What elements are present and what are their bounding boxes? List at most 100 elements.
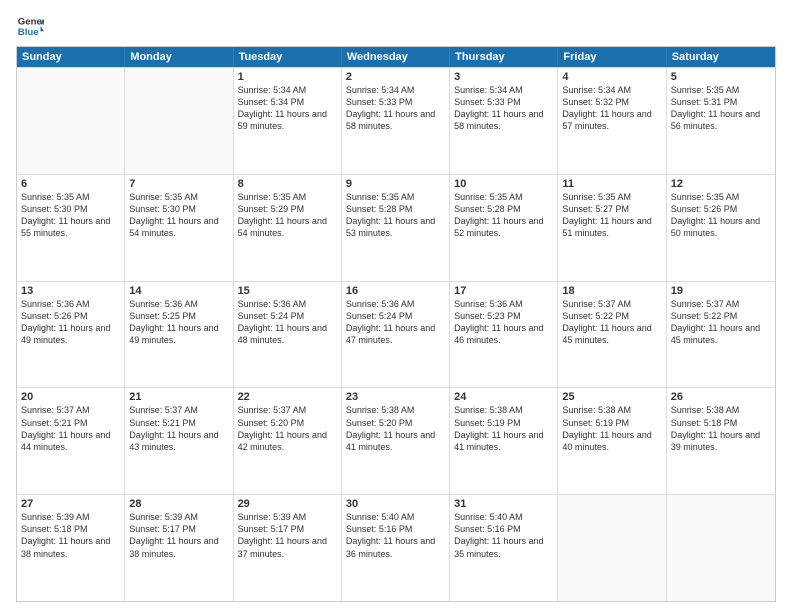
empty-cell	[667, 495, 775, 601]
day-number: 29	[238, 498, 337, 510]
day-cell-25: 25Sunrise: 5:38 AM Sunset: 5:19 PM Dayli…	[558, 388, 666, 494]
day-cell-24: 24Sunrise: 5:38 AM Sunset: 5:19 PM Dayli…	[450, 388, 558, 494]
day-number: 1	[238, 71, 337, 83]
day-number: 24	[454, 391, 553, 403]
day-cell-28: 28Sunrise: 5:39 AM Sunset: 5:17 PM Dayli…	[125, 495, 233, 601]
calendar-body: 1Sunrise: 5:34 AM Sunset: 5:34 PM Daylig…	[17, 67, 775, 601]
day-cell-5: 5Sunrise: 5:35 AM Sunset: 5:31 PM Daylig…	[667, 68, 775, 174]
day-number: 17	[454, 285, 553, 297]
calendar-row-2: 6Sunrise: 5:35 AM Sunset: 5:30 PM Daylig…	[17, 174, 775, 281]
day-info: Sunrise: 5:35 AM Sunset: 5:28 PM Dayligh…	[346, 191, 445, 240]
day-number: 27	[21, 498, 120, 510]
header-cell-friday: Friday	[558, 47, 666, 67]
logo: General Blue	[16, 12, 48, 40]
day-number: 26	[671, 391, 771, 403]
day-number: 30	[346, 498, 445, 510]
day-cell-1: 1Sunrise: 5:34 AM Sunset: 5:34 PM Daylig…	[234, 68, 342, 174]
day-cell-10: 10Sunrise: 5:35 AM Sunset: 5:28 PM Dayli…	[450, 175, 558, 281]
empty-cell	[558, 495, 666, 601]
day-info: Sunrise: 5:38 AM Sunset: 5:19 PM Dayligh…	[454, 404, 553, 453]
header-cell-saturday: Saturday	[667, 47, 775, 67]
day-cell-30: 30Sunrise: 5:40 AM Sunset: 5:16 PM Dayli…	[342, 495, 450, 601]
day-info: Sunrise: 5:37 AM Sunset: 5:22 PM Dayligh…	[671, 298, 771, 347]
day-cell-2: 2Sunrise: 5:34 AM Sunset: 5:33 PM Daylig…	[342, 68, 450, 174]
day-cell-22: 22Sunrise: 5:37 AM Sunset: 5:20 PM Dayli…	[234, 388, 342, 494]
day-cell-13: 13Sunrise: 5:36 AM Sunset: 5:26 PM Dayli…	[17, 282, 125, 388]
day-info: Sunrise: 5:37 AM Sunset: 5:21 PM Dayligh…	[21, 404, 120, 453]
day-number: 19	[671, 285, 771, 297]
day-number: 11	[562, 178, 661, 190]
logo-icon: General Blue	[16, 12, 44, 40]
day-cell-16: 16Sunrise: 5:36 AM Sunset: 5:24 PM Dayli…	[342, 282, 450, 388]
day-info: Sunrise: 5:39 AM Sunset: 5:17 PM Dayligh…	[238, 511, 337, 560]
day-number: 5	[671, 71, 771, 83]
day-number: 18	[562, 285, 661, 297]
day-info: Sunrise: 5:39 AM Sunset: 5:17 PM Dayligh…	[129, 511, 228, 560]
header-cell-wednesday: Wednesday	[342, 47, 450, 67]
day-number: 20	[21, 391, 120, 403]
day-number: 7	[129, 178, 228, 190]
day-cell-29: 29Sunrise: 5:39 AM Sunset: 5:17 PM Dayli…	[234, 495, 342, 601]
day-info: Sunrise: 5:34 AM Sunset: 5:34 PM Dayligh…	[238, 84, 337, 133]
day-info: Sunrise: 5:36 AM Sunset: 5:25 PM Dayligh…	[129, 298, 228, 347]
day-info: Sunrise: 5:36 AM Sunset: 5:23 PM Dayligh…	[454, 298, 553, 347]
day-info: Sunrise: 5:35 AM Sunset: 5:27 PM Dayligh…	[562, 191, 661, 240]
day-number: 4	[562, 71, 661, 83]
day-cell-14: 14Sunrise: 5:36 AM Sunset: 5:25 PM Dayli…	[125, 282, 233, 388]
empty-cell	[17, 68, 125, 174]
day-info: Sunrise: 5:36 AM Sunset: 5:26 PM Dayligh…	[21, 298, 120, 347]
day-cell-8: 8Sunrise: 5:35 AM Sunset: 5:29 PM Daylig…	[234, 175, 342, 281]
svg-text:Blue: Blue	[18, 27, 39, 38]
day-info: Sunrise: 5:36 AM Sunset: 5:24 PM Dayligh…	[238, 298, 337, 347]
day-cell-18: 18Sunrise: 5:37 AM Sunset: 5:22 PM Dayli…	[558, 282, 666, 388]
day-cell-27: 27Sunrise: 5:39 AM Sunset: 5:18 PM Dayli…	[17, 495, 125, 601]
day-number: 9	[346, 178, 445, 190]
day-cell-12: 12Sunrise: 5:35 AM Sunset: 5:26 PM Dayli…	[667, 175, 775, 281]
day-number: 23	[346, 391, 445, 403]
day-cell-3: 3Sunrise: 5:34 AM Sunset: 5:33 PM Daylig…	[450, 68, 558, 174]
day-info: Sunrise: 5:34 AM Sunset: 5:33 PM Dayligh…	[454, 84, 553, 133]
day-number: 6	[21, 178, 120, 190]
day-number: 16	[346, 285, 445, 297]
page: General Blue SundayMondayTuesdayWednesda…	[0, 0, 792, 612]
header-cell-thursday: Thursday	[450, 47, 558, 67]
day-cell-7: 7Sunrise: 5:35 AM Sunset: 5:30 PM Daylig…	[125, 175, 233, 281]
day-info: Sunrise: 5:35 AM Sunset: 5:28 PM Dayligh…	[454, 191, 553, 240]
calendar-row-1: 1Sunrise: 5:34 AM Sunset: 5:34 PM Daylig…	[17, 67, 775, 174]
svg-text:General: General	[18, 16, 44, 27]
day-info: Sunrise: 5:40 AM Sunset: 5:16 PM Dayligh…	[346, 511, 445, 560]
calendar: SundayMondayTuesdayWednesdayThursdayFrid…	[16, 46, 776, 602]
day-number: 12	[671, 178, 771, 190]
day-cell-26: 26Sunrise: 5:38 AM Sunset: 5:18 PM Dayli…	[667, 388, 775, 494]
day-number: 15	[238, 285, 337, 297]
day-info: Sunrise: 5:40 AM Sunset: 5:16 PM Dayligh…	[454, 511, 553, 560]
day-cell-4: 4Sunrise: 5:34 AM Sunset: 5:32 PM Daylig…	[558, 68, 666, 174]
day-cell-17: 17Sunrise: 5:36 AM Sunset: 5:23 PM Dayli…	[450, 282, 558, 388]
day-cell-23: 23Sunrise: 5:38 AM Sunset: 5:20 PM Dayli…	[342, 388, 450, 494]
day-number: 10	[454, 178, 553, 190]
day-number: 22	[238, 391, 337, 403]
day-number: 8	[238, 178, 337, 190]
day-info: Sunrise: 5:35 AM Sunset: 5:26 PM Dayligh…	[671, 191, 771, 240]
header-cell-tuesday: Tuesday	[234, 47, 342, 67]
day-number: 2	[346, 71, 445, 83]
day-info: Sunrise: 5:37 AM Sunset: 5:21 PM Dayligh…	[129, 404, 228, 453]
day-info: Sunrise: 5:38 AM Sunset: 5:18 PM Dayligh…	[671, 404, 771, 453]
day-cell-21: 21Sunrise: 5:37 AM Sunset: 5:21 PM Dayli…	[125, 388, 233, 494]
day-number: 25	[562, 391, 661, 403]
day-number: 28	[129, 498, 228, 510]
calendar-row-5: 27Sunrise: 5:39 AM Sunset: 5:18 PM Dayli…	[17, 494, 775, 601]
calendar-header: SundayMondayTuesdayWednesdayThursdayFrid…	[17, 47, 775, 67]
day-number: 31	[454, 498, 553, 510]
header: General Blue	[16, 12, 776, 40]
day-info: Sunrise: 5:39 AM Sunset: 5:18 PM Dayligh…	[21, 511, 120, 560]
calendar-row-3: 13Sunrise: 5:36 AM Sunset: 5:26 PM Dayli…	[17, 281, 775, 388]
day-info: Sunrise: 5:37 AM Sunset: 5:20 PM Dayligh…	[238, 404, 337, 453]
day-number: 14	[129, 285, 228, 297]
day-number: 13	[21, 285, 120, 297]
empty-cell	[125, 68, 233, 174]
day-info: Sunrise: 5:35 AM Sunset: 5:31 PM Dayligh…	[671, 84, 771, 133]
header-cell-sunday: Sunday	[17, 47, 125, 67]
day-info: Sunrise: 5:36 AM Sunset: 5:24 PM Dayligh…	[346, 298, 445, 347]
day-cell-6: 6Sunrise: 5:35 AM Sunset: 5:30 PM Daylig…	[17, 175, 125, 281]
